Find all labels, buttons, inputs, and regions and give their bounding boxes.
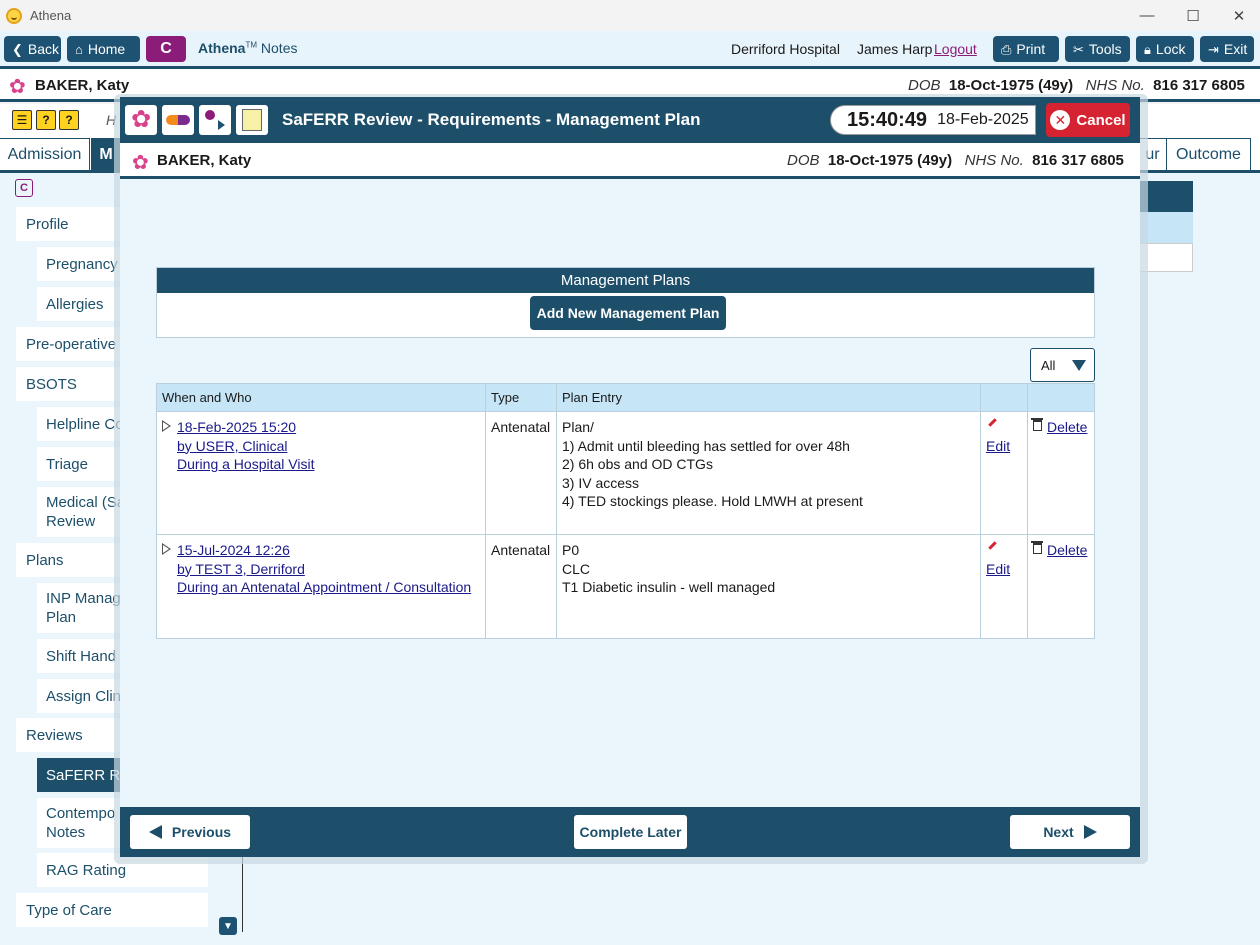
app-toolbar: ❮ Back ⌂ Home C AthenaTM Notes Derriford…	[0, 31, 1260, 69]
column-header-entry: Plan Entry	[556, 383, 981, 412]
close-circle-icon: ✕	[1050, 110, 1071, 130]
cell-type: Antenatal	[485, 534, 557, 639]
logout-link[interactable]: Logout	[934, 41, 977, 57]
home-icon: ⌂	[75, 41, 83, 57]
notes-icon[interactable]	[236, 105, 268, 135]
cancel-button[interactable]: ✕ Cancel	[1046, 103, 1130, 137]
maximize-button[interactable]: ☐	[1170, 0, 1216, 31]
sidebar-item-type-of-care[interactable]: Type of Care	[16, 893, 208, 927]
checklist-icon[interactable]: ☰	[12, 110, 32, 130]
tools-icon: ✂	[1073, 41, 1084, 57]
saferr-modal: ✿ SaFERR Review - Requirements - Managem…	[120, 97, 1140, 857]
modal-patient-banner: BAKER, Katy DOB 18-Oct-1975 (49y) NHS No…	[120, 143, 1140, 179]
column-header-type: Type	[485, 383, 557, 412]
cell-when-who: 15-Jul-2024 12:26 by TEST 3, Derriford D…	[156, 534, 486, 639]
management-plans-table: When and Who Type Plan Entry 18-Feb-2025…	[156, 383, 1095, 639]
exit-button[interactable]: ⇥ Exit	[1200, 36, 1254, 62]
expand-triangle-icon[interactable]	[162, 543, 171, 555]
plan-filter-select[interactable]: All	[1030, 348, 1095, 382]
previous-button[interactable]: Previous	[130, 815, 250, 849]
expand-triangle-icon[interactable]	[162, 420, 171, 432]
arrow-left-icon	[148, 825, 162, 839]
patient-name: BAKER, Katy	[35, 77, 130, 94]
clock-date: 18-Feb-2025	[937, 111, 1029, 128]
tab-admission[interactable]: Admission	[0, 138, 90, 170]
edit-link[interactable]: Edit	[986, 561, 1010, 577]
modal-footer: Previous Complete Later Next	[120, 807, 1140, 857]
hospital-name: Derriford Hospital	[731, 41, 840, 57]
clock-time: 15:40:49	[847, 108, 928, 131]
person-next-icon[interactable]	[199, 105, 231, 135]
plan-author-link[interactable]: by USER, Clinical	[177, 438, 287, 454]
printer-icon: ⎙	[1001, 41, 1012, 57]
user-name: James Harp	[857, 41, 933, 57]
help-icon[interactable]: ?	[36, 110, 56, 130]
trash-icon	[1031, 541, 1043, 554]
delete-link[interactable]: Delete	[1047, 542, 1087, 558]
column-header-delete	[1027, 383, 1095, 412]
trash-icon	[1031, 418, 1043, 431]
chevron-down-icon	[1072, 360, 1086, 371]
management-plans-title: Management Plans	[157, 268, 1094, 293]
tab-outcome[interactable]: Outcome	[1166, 138, 1251, 170]
cell-delete: Delete	[1027, 411, 1095, 535]
table-header-row: When and Who Type Plan Entry	[156, 383, 1095, 412]
plan-context-link[interactable]: During a Hospital Visit	[177, 456, 314, 472]
cell-plan-entry: P0 CLC T1 Diabetic insulin - well manage…	[556, 534, 981, 639]
cell-delete: Delete	[1027, 534, 1095, 639]
scroll-down-icon[interactable]: ▼	[219, 917, 237, 935]
add-management-plan-button[interactable]: Add New Management Plan	[530, 296, 726, 330]
back-button[interactable]: ❮ Back	[4, 36, 61, 62]
female-flower-icon[interactable]: ✿	[125, 105, 157, 135]
modal-patient-name: BAKER, Katy	[157, 152, 252, 169]
table-row: 18-Feb-2025 15:20 by USER, Clinical Duri…	[156, 411, 1095, 535]
lock-button[interactable]: 🔒︎ Lock	[1136, 36, 1194, 62]
window-title-bar: Athena — ☐ ✕	[0, 0, 1260, 31]
cell-plan-entry: Plan/ 1) Admit until bleeding has settle…	[556, 411, 981, 535]
modal-title: SaFERR Review - Requirements - Managemen…	[282, 110, 701, 129]
athena-logo-icon	[6, 7, 22, 24]
delete-link[interactable]: Delete	[1047, 419, 1087, 435]
home-button[interactable]: ⌂ Home	[67, 36, 140, 62]
cell-edit: Edit	[980, 534, 1028, 639]
clock-display: 15:40:49 18-Feb-2025	[830, 105, 1036, 135]
plan-context-link[interactable]: During an Antenatal Appointment / Consul…	[177, 579, 471, 595]
medication-pill-icon[interactable]	[162, 105, 194, 135]
close-window-button[interactable]: ✕	[1216, 0, 1260, 31]
athena-notes-brand: AthenaTM Notes	[198, 40, 298, 56]
column-header-edit	[980, 383, 1028, 412]
exit-icon: ⇥	[1208, 41, 1219, 57]
edit-link[interactable]: Edit	[986, 438, 1010, 454]
pencil-icon	[986, 419, 996, 429]
column-header-when: When and Who	[156, 383, 486, 412]
patient-dob: DOB 18-Oct-1975 (49y) NHS No. 816 317 68…	[908, 77, 1245, 94]
lock-icon: 🔒︎	[1144, 41, 1151, 57]
next-button[interactable]: Next	[1010, 815, 1130, 849]
complete-later-button[interactable]: Complete Later	[574, 815, 687, 849]
c-module-button[interactable]: C	[146, 36, 186, 62]
cell-when-who: 18-Feb-2025 15:20 by USER, Clinical Duri…	[156, 411, 486, 535]
cell-type: Antenatal	[485, 411, 557, 535]
chevron-left-icon: ❮	[12, 41, 23, 57]
modal-header: ✿ SaFERR Review - Requirements - Managem…	[120, 97, 1140, 143]
window-title: Athena	[30, 8, 72, 23]
arrow-right-icon	[1083, 825, 1097, 839]
management-plans-panel: Management Plans Add New Management Plan	[156, 267, 1095, 338]
cell-edit: Edit	[980, 411, 1028, 535]
minimize-button[interactable]: —	[1124, 0, 1170, 31]
help-alt-icon[interactable]: ?	[59, 110, 79, 130]
plan-author-link[interactable]: by TEST 3, Derriford	[177, 561, 305, 577]
plan-date-link[interactable]: 15-Jul-2024 12:26	[177, 542, 290, 558]
female-flower-icon	[9, 74, 27, 99]
print-button[interactable]: ⎙ Print	[993, 36, 1059, 62]
plan-date-link[interactable]: 18-Feb-2025 15:20	[177, 419, 296, 435]
c-sidebar-icon[interactable]: C	[15, 179, 33, 197]
table-row: 15-Jul-2024 12:26 by TEST 3, Derriford D…	[156, 534, 1095, 639]
pencil-icon	[986, 542, 996, 552]
tools-button[interactable]: ✂ Tools	[1065, 36, 1130, 62]
modal-patient-info: DOB 18-Oct-1975 (49y) NHS No. 816 317 68…	[787, 152, 1124, 169]
female-flower-icon	[132, 150, 150, 175]
